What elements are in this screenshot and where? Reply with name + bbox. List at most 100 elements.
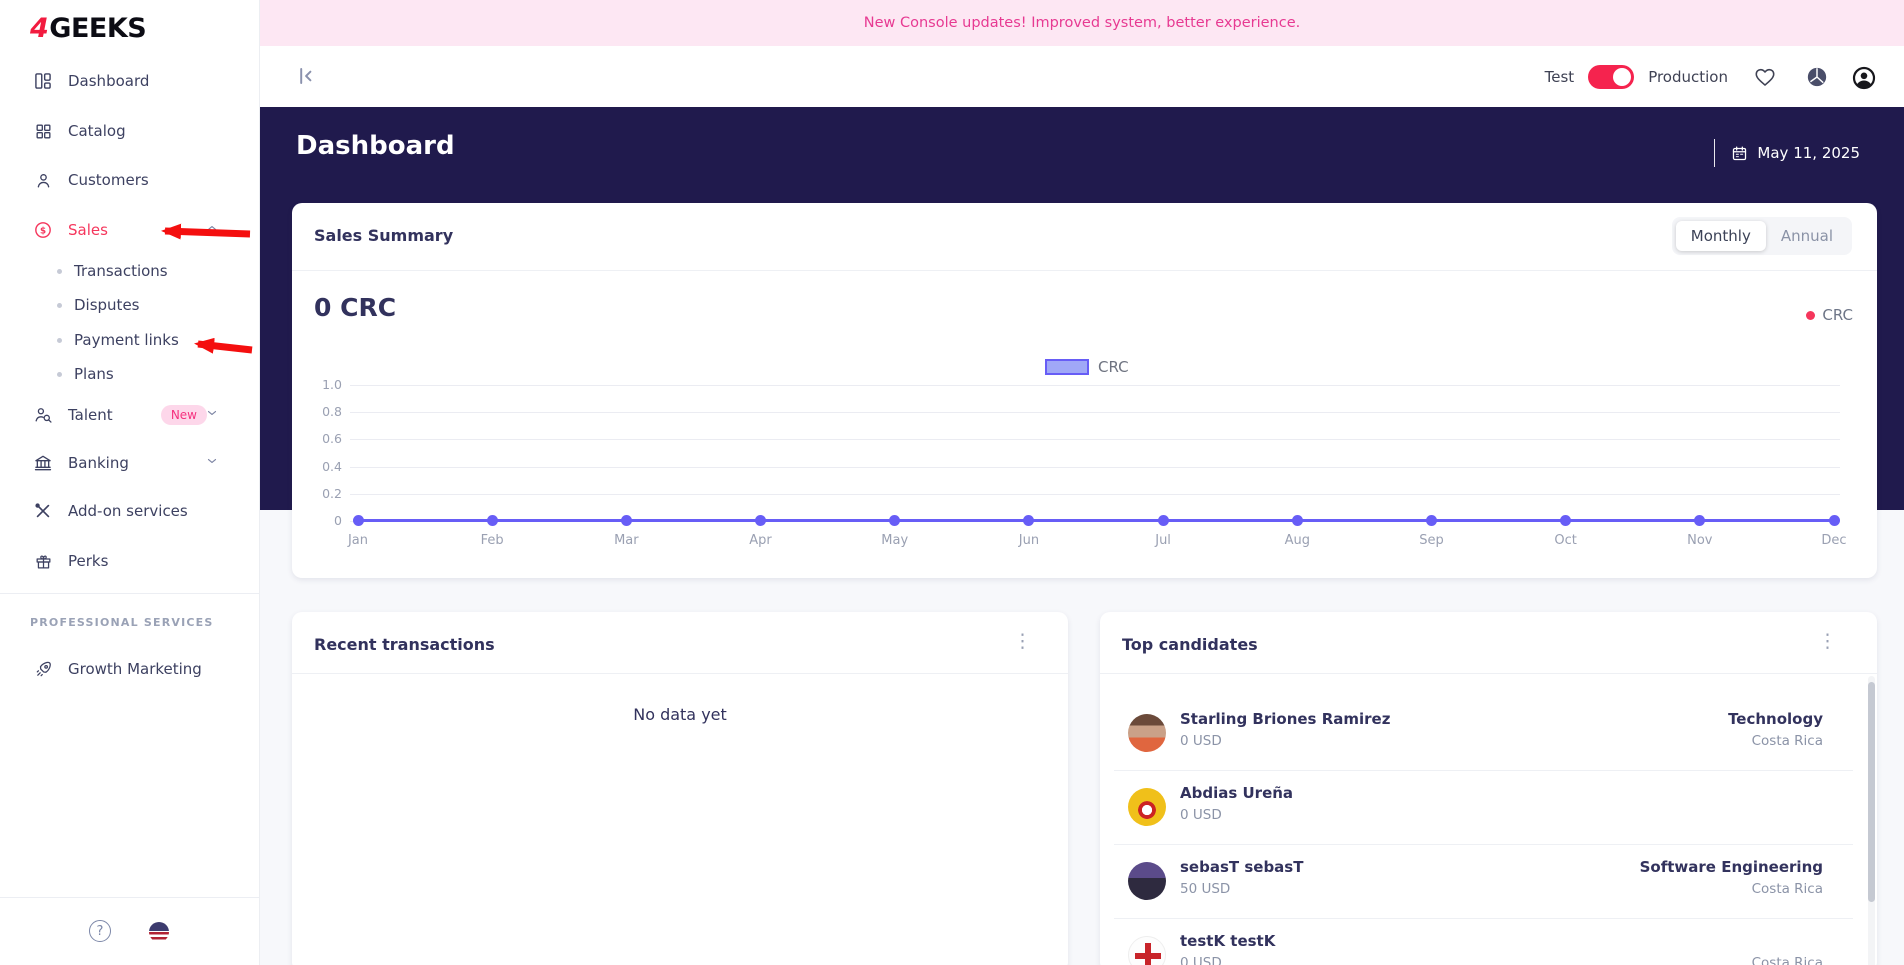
sidebar-sub-label: Transactions bbox=[74, 262, 168, 280]
collapse-sidebar-icon[interactable] bbox=[292, 63, 318, 89]
top-candidates-card: Top candidates ⋮ Starling Briones Ramire… bbox=[1100, 612, 1877, 965]
sidebar-item-label: Banking bbox=[68, 454, 129, 472]
catalog-icon bbox=[33, 121, 53, 141]
rocket-icon bbox=[33, 659, 53, 679]
y-axis-tick: 0 bbox=[334, 513, 342, 528]
sidebar-item-customers[interactable]: Customers bbox=[33, 165, 247, 195]
data-point[interactable] bbox=[1694, 515, 1706, 526]
sidebar-item-dashboard[interactable]: Dashboard bbox=[33, 66, 247, 96]
sidebar-item-label: Talent bbox=[68, 406, 113, 424]
data-point[interactable] bbox=[352, 515, 364, 526]
data-point[interactable] bbox=[1828, 515, 1840, 526]
candidate-field: Software Engineering bbox=[1639, 858, 1823, 876]
series-line bbox=[358, 519, 1834, 522]
console-app: New Console updates! Improved system, be… bbox=[0, 0, 1904, 965]
candidate-avatar bbox=[1128, 714, 1166, 752]
data-point[interactable] bbox=[1560, 515, 1572, 526]
kebab-menu-icon[interactable]: ⋮ bbox=[1818, 632, 1837, 651]
x-axis-tick: Jun bbox=[1018, 533, 1040, 548]
candidate-row[interactable]: sebasT sebasT 50 USD Software Engineerin… bbox=[1100, 844, 1867, 918]
chevron-up-icon bbox=[205, 221, 219, 239]
data-point[interactable] bbox=[1425, 515, 1437, 526]
x-axis-tick: Jan bbox=[347, 533, 369, 548]
topbar: Test Production bbox=[260, 46, 1904, 107]
globe-icon[interactable] bbox=[1806, 66, 1828, 88]
sidebar-item-label: Customers bbox=[68, 171, 149, 189]
data-point[interactable] bbox=[1023, 515, 1035, 526]
candidate-country: Costa Rica bbox=[1751, 955, 1823, 965]
sidebar-item-transactions[interactable]: Transactions bbox=[57, 258, 247, 284]
banking-icon bbox=[33, 453, 53, 473]
sidebar-item-addon-services[interactable]: Add-on services bbox=[33, 496, 247, 526]
calendar-icon bbox=[1733, 145, 1747, 160]
chevron-down-icon bbox=[205, 454, 219, 472]
language-flag-icon[interactable] bbox=[149, 922, 169, 942]
customers-icon bbox=[33, 170, 53, 190]
announcement-text: New Console updates! Improved system, be… bbox=[863, 15, 1301, 31]
heart-icon[interactable] bbox=[1754, 66, 1776, 88]
sidebar-item-payment-links[interactable]: Payment links bbox=[57, 327, 247, 353]
candidate-row[interactable]: Starling Briones Ramirez 0 USD Technolog… bbox=[1100, 696, 1867, 770]
environment-toggle[interactable] bbox=[1588, 64, 1635, 89]
top-candidates-title: Top candidates bbox=[1122, 635, 1258, 654]
x-axis-tick: Aug bbox=[1284, 533, 1310, 548]
data-point[interactable] bbox=[620, 515, 632, 526]
data-point[interactable] bbox=[889, 515, 901, 526]
x-axis-tick: Sep bbox=[1419, 533, 1444, 548]
divider bbox=[1100, 673, 1877, 674]
candidate-country: Costa Rica bbox=[1751, 881, 1823, 897]
new-badge: New bbox=[160, 405, 207, 425]
sales-icon: $ bbox=[33, 220, 53, 240]
candidate-row[interactable]: testK testK 0 USD Costa Rica bbox=[1100, 918, 1867, 965]
section-label-professional-services: PROFESSIONAL SERVICES bbox=[30, 616, 214, 629]
sidebar-sub-label: Payment links bbox=[74, 331, 179, 349]
recent-transactions-title: Recent transactions bbox=[314, 635, 495, 654]
help-icon[interactable]: ? bbox=[89, 920, 111, 942]
sidebar-item-sales[interactable]: $ Sales bbox=[33, 215, 247, 245]
x-axis-tick: Dec bbox=[1821, 533, 1847, 548]
x-axis-tick: Nov bbox=[1687, 533, 1713, 548]
sidebar-item-label: Dashboard bbox=[68, 72, 150, 90]
data-point[interactable] bbox=[1157, 515, 1169, 526]
announcement-banner[interactable]: New Console updates! Improved system, be… bbox=[260, 0, 1904, 46]
kebab-menu-icon[interactable]: ⋮ bbox=[1013, 632, 1032, 651]
x-axis-tick: Mar bbox=[614, 533, 639, 548]
data-point[interactable] bbox=[486, 515, 498, 526]
sidebar-item-plans[interactable]: Plans bbox=[57, 361, 247, 387]
date-display[interactable]: May 11, 2025 bbox=[1713, 139, 1860, 167]
y-axis-tick: 0.6 bbox=[322, 431, 342, 447]
x-axis-tick: Feb bbox=[480, 533, 504, 548]
toggle-knob bbox=[1613, 67, 1632, 86]
tools-icon bbox=[33, 501, 53, 521]
scrollbar[interactable] bbox=[1868, 676, 1875, 965]
x-axis-tick: Jul bbox=[1155, 533, 1171, 548]
x-axis-tick: May bbox=[881, 533, 909, 548]
candidate-avatar bbox=[1128, 788, 1166, 826]
sidebar-divider bbox=[0, 593, 259, 594]
data-point[interactable] bbox=[755, 515, 767, 526]
sidebar-footer-divider bbox=[0, 897, 259, 898]
sidebar-item-talent[interactable]: Talent New bbox=[33, 400, 247, 430]
brand-logo[interactable]: 4GEEKS bbox=[30, 13, 147, 44]
account-icon[interactable] bbox=[1852, 66, 1876, 89]
sidebar-item-label: Add-on services bbox=[68, 502, 188, 520]
candidate-row[interactable]: Abdias Ureña 0 USD bbox=[1100, 770, 1867, 844]
talent-icon bbox=[33, 405, 53, 425]
sidebar-item-growth-marketing[interactable]: Growth Marketing bbox=[33, 654, 247, 684]
empty-state-text: No data yet bbox=[633, 705, 727, 724]
data-point[interactable] bbox=[1291, 515, 1303, 526]
sidebar: 4GEEKS Dashboard Catalog Customers $ Sal… bbox=[0, 0, 260, 965]
candidate-field: Technology bbox=[1728, 710, 1823, 728]
sidebar-item-perks[interactable]: Perks bbox=[33, 546, 247, 576]
sidebar-item-disputes[interactable]: Disputes bbox=[57, 292, 247, 318]
sidebar-item-catalog[interactable]: Catalog bbox=[33, 116, 247, 146]
candidate-name: sebasT sebasT bbox=[1180, 858, 1304, 876]
sidebar-item-banking[interactable]: Banking bbox=[33, 448, 247, 478]
divider bbox=[1713, 139, 1716, 167]
scrollbar-thumb[interactable] bbox=[1868, 682, 1875, 902]
candidate-name: Abdias Ureña bbox=[1180, 784, 1294, 802]
bullet-icon bbox=[57, 268, 62, 274]
chevron-down-icon bbox=[205, 406, 219, 424]
sales-summary-card: Sales Summary Monthly Annual 0 CRC CRC C… bbox=[292, 203, 1877, 578]
page-title: Dashboard bbox=[296, 131, 455, 161]
